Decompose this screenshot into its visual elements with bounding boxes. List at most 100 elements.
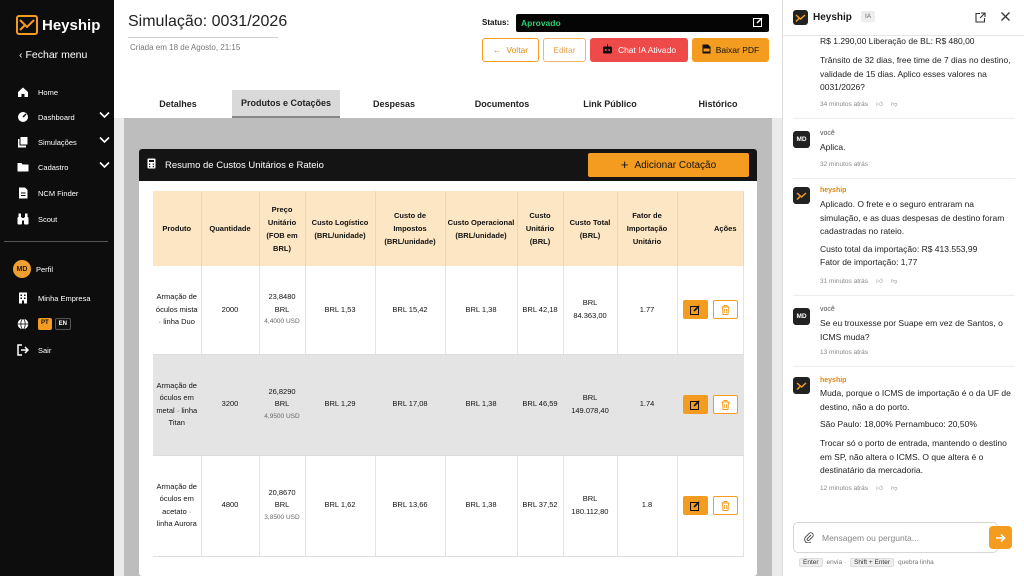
files-icon bbox=[16, 136, 29, 149]
edit-button[interactable]: Editar bbox=[543, 38, 586, 62]
preco-brl: 23,8480 BRL bbox=[268, 292, 296, 314]
kbd-enter: Enter bbox=[799, 558, 823, 567]
chat-panel: Heyship IA R$ 1.290,00 Liberação de BL: … bbox=[782, 0, 1024, 576]
col-header: Custo Operacional (BRL/unidade) bbox=[445, 191, 518, 266]
message-sender: heyship bbox=[820, 377, 847, 384]
thumbs-up-icon[interactable]: 👍︎ bbox=[876, 277, 883, 285]
col-header: Custo Unitário (BRL) bbox=[517, 191, 564, 266]
cell-quantidade: 2000 bbox=[201, 266, 260, 355]
message-time: 31 minutos atrás bbox=[820, 277, 869, 285]
tab-historico[interactable]: Histórico bbox=[674, 90, 762, 118]
thumbs-up-icon[interactable]: 👍︎ bbox=[876, 484, 883, 492]
thumbs-up-icon[interactable]: 👍︎ bbox=[876, 100, 883, 108]
lang-pt-button[interactable]: PT bbox=[38, 318, 52, 330]
edit-row-button[interactable] bbox=[682, 300, 708, 320]
cell-acoes bbox=[677, 266, 744, 355]
sidebar-item-profile[interactable]: MD Perfil bbox=[13, 259, 110, 279]
cell-logistico: BRL 1,29 bbox=[305, 354, 376, 456]
tab-produtos-cotacoes[interactable]: Produtos e Cotações bbox=[232, 90, 340, 118]
sidebar-item-cadastro[interactable]: Cadastro bbox=[16, 157, 110, 177]
cell-fator: 1.77 bbox=[617, 266, 678, 355]
close-icon[interactable] bbox=[1000, 11, 1011, 24]
lang-en-button[interactable]: EN bbox=[54, 318, 72, 330]
tab-label: Documentos bbox=[474, 99, 530, 109]
delete-row-button[interactable] bbox=[712, 496, 738, 515]
sidebar-item-company[interactable]: Minha Empresa bbox=[16, 288, 110, 308]
sidebar-item-ncm-finder[interactable]: NCM Finder bbox=[16, 183, 110, 203]
chat-input-container bbox=[793, 522, 998, 553]
add-quote-button[interactable]: + Adicionar Cotação bbox=[588, 153, 749, 177]
sidebar-item-label: NCM Finder bbox=[38, 188, 79, 198]
send-button[interactable] bbox=[989, 526, 1012, 549]
sidebar-divider bbox=[4, 241, 108, 242]
chat-ia-button[interactable]: Chat IA Ativado bbox=[590, 38, 688, 62]
brand-logo[interactable]: Heyship bbox=[16, 15, 100, 35]
chat-message-text: Aplica. bbox=[820, 142, 846, 152]
cell-impostos: BRL 17,08 bbox=[375, 354, 446, 456]
cell-operacional: BRL 1,38 bbox=[445, 455, 518, 557]
download-pdf-button[interactable]: Baixar PDF bbox=[692, 38, 769, 62]
table-row: Armação de óculos em metal · linha Titan… bbox=[153, 354, 744, 456]
cell-preco: 23,8480 BRL 4,4000 USD bbox=[259, 266, 306, 355]
ia-badge: IA bbox=[861, 11, 876, 22]
sidebar-item-label: Cadastro bbox=[38, 162, 69, 172]
sidebar-item-scout[interactable]: Scout bbox=[16, 209, 110, 229]
paperclip-icon[interactable] bbox=[804, 532, 814, 545]
add-quote-label: Adicionar Cotação bbox=[634, 159, 717, 171]
thumbs-down-icon[interactable]: 👎︎ bbox=[891, 277, 898, 285]
back-button-label: Voltar bbox=[506, 45, 529, 55]
document-icon bbox=[16, 187, 29, 200]
sidebar-item-simulacoes[interactable]: Simulações bbox=[16, 132, 110, 152]
back-button[interactable]: ← Voltar bbox=[482, 38, 539, 62]
chevron-down-icon[interactable] bbox=[99, 111, 110, 121]
cell-operacional: BRL 1,38 bbox=[445, 266, 518, 355]
tab-despesas[interactable]: Despesas bbox=[352, 90, 436, 118]
status-value: Aprovado bbox=[521, 18, 561, 28]
close-menu-button[interactable]: ‹ Fechar menu bbox=[19, 49, 87, 61]
preco-usd: 4,9500 USD bbox=[264, 412, 300, 420]
cell-produto: Armação de óculos em acetato · linha Aur… bbox=[153, 455, 202, 557]
binoculars-icon bbox=[16, 213, 29, 226]
thumbs-down-icon[interactable]: 👎︎ bbox=[891, 100, 898, 108]
logout-icon bbox=[16, 344, 29, 357]
chat-message-input[interactable] bbox=[822, 530, 982, 546]
external-link-icon[interactable] bbox=[975, 12, 986, 25]
tab-documentos[interactable]: Documentos bbox=[458, 90, 546, 118]
cell-unitario: BRL 37,52 bbox=[517, 455, 564, 557]
thumbs-down-icon[interactable]: 👎︎ bbox=[891, 484, 898, 492]
kbd-shift-enter: Shift + Enter bbox=[850, 558, 895, 567]
delete-row-button[interactable] bbox=[712, 300, 738, 320]
brand-name: Heyship bbox=[42, 16, 101, 34]
edit-icon[interactable] bbox=[753, 17, 763, 29]
message-divider bbox=[793, 118, 1015, 119]
sidebar-item-dashboard[interactable]: Dashboard bbox=[16, 107, 110, 127]
edit-row-button[interactable] bbox=[682, 496, 708, 515]
sidebar-item-logout[interactable]: Sair bbox=[16, 340, 110, 360]
tab-link-publico[interactable]: Link Público bbox=[566, 90, 654, 118]
gauge-icon bbox=[16, 111, 29, 124]
home-icon bbox=[16, 86, 29, 99]
status-label: Status: bbox=[482, 18, 510, 27]
chevron-down-icon[interactable] bbox=[99, 161, 110, 171]
delete-row-button[interactable] bbox=[712, 395, 738, 414]
message-divider bbox=[793, 178, 1015, 179]
cell-logistico: BRL 1,62 bbox=[305, 455, 376, 557]
message-meta: 34 minutos atrás 👍︎ 👎︎ bbox=[820, 100, 898, 109]
message-divider bbox=[793, 366, 1015, 367]
cell-quantidade: 4800 bbox=[201, 455, 260, 557]
tab-bar: Detalhes Produtos e Cotações Despesas Do… bbox=[124, 90, 772, 118]
sidebar-item-label: Dashboard bbox=[38, 112, 75, 122]
message-meta: 13 minutos atrás bbox=[820, 349, 868, 356]
tab-detalhes[interactable]: Detalhes bbox=[136, 90, 220, 118]
edit-row-button[interactable] bbox=[682, 395, 708, 414]
sidebar-item-label: Home bbox=[38, 87, 59, 97]
heyship-logo-icon bbox=[16, 15, 38, 35]
edit-icon bbox=[690, 305, 700, 315]
chevron-down-icon[interactable] bbox=[99, 136, 110, 146]
cell-acoes bbox=[677, 354, 744, 456]
sidebar-item-home[interactable]: Home bbox=[16, 82, 110, 102]
tab-label: Detalhes bbox=[159, 99, 197, 109]
tab-label: Histórico bbox=[698, 99, 738, 109]
status-select[interactable]: Aprovado bbox=[516, 14, 769, 32]
cell-preco: 20,8670 BRL 3,8500 USD bbox=[259, 455, 306, 557]
